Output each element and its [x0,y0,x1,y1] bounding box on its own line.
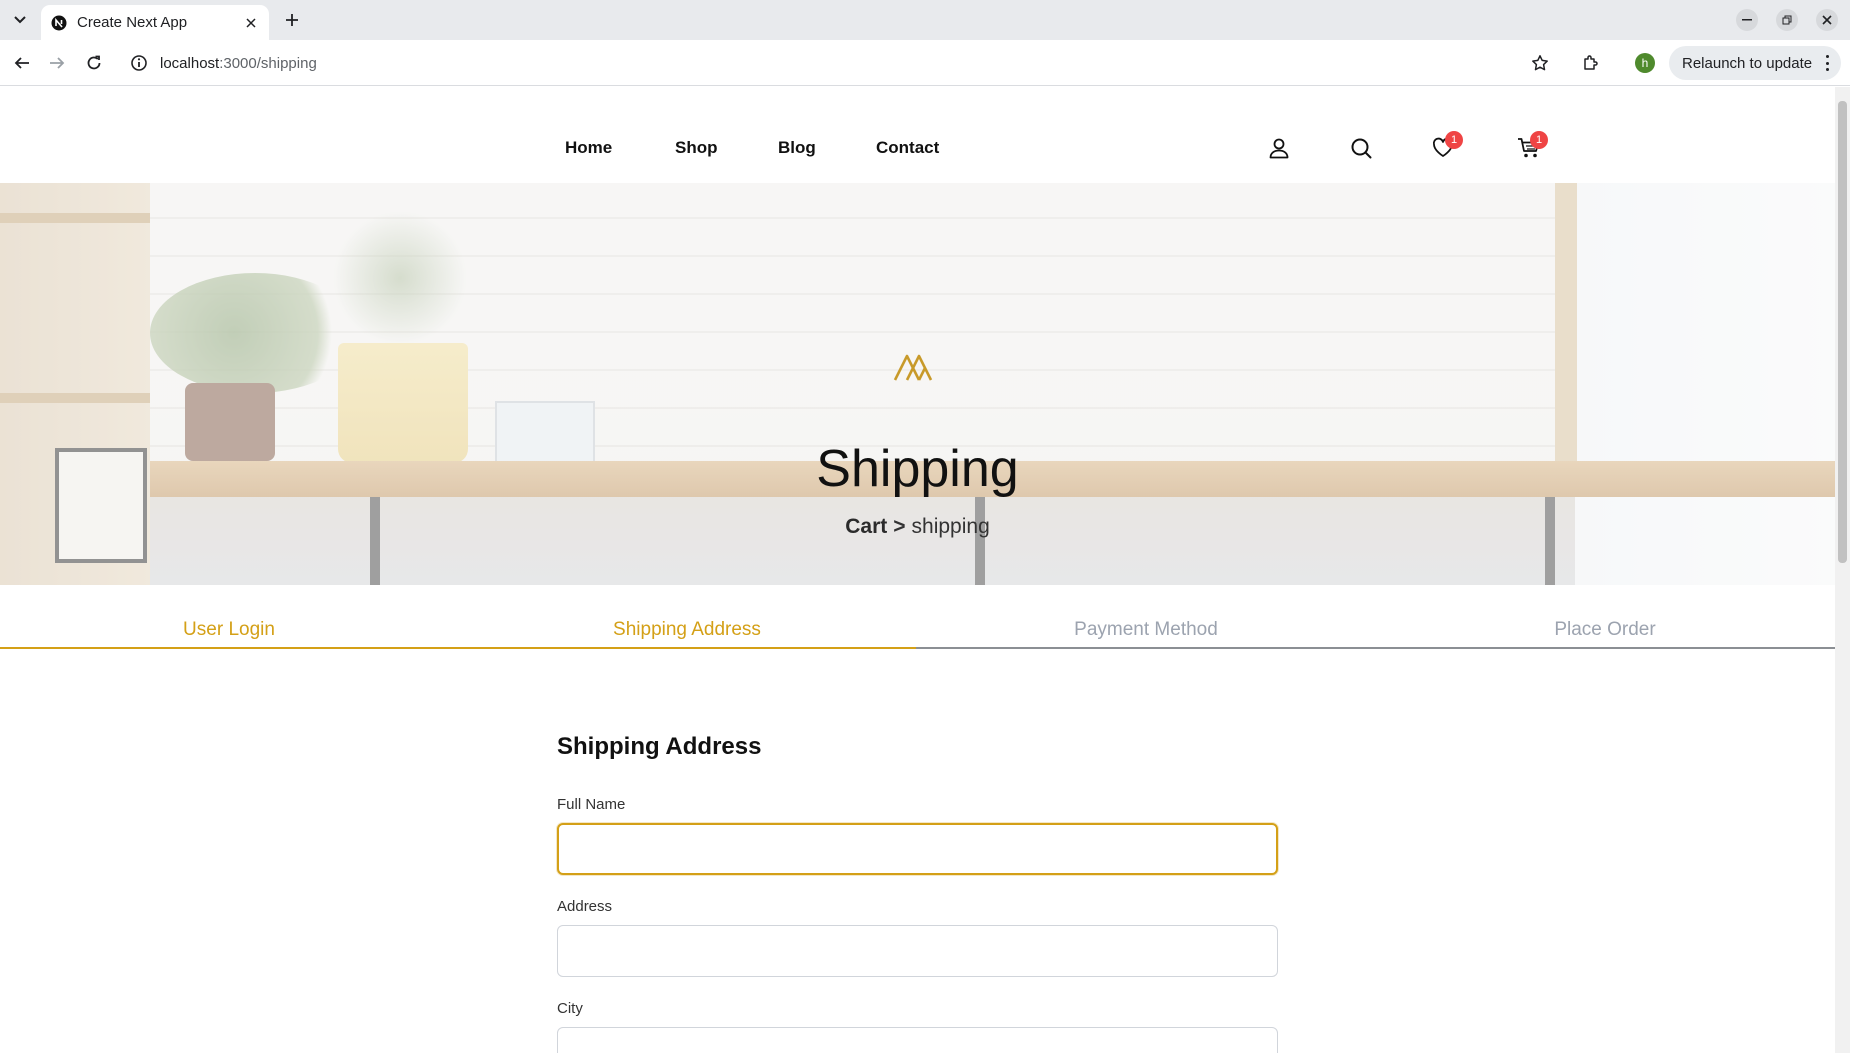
full-name-input[interactable] [557,823,1278,875]
breadcrumb-cart-link[interactable]: Cart [845,515,887,538]
nav-link-blog[interactable]: Blog [778,138,816,158]
relaunch-label: Relaunch to update [1682,54,1813,72]
url-path: :3000/shipping [219,54,317,72]
step-shipping-address[interactable]: Shipping Address [458,619,916,641]
browser-toolbar: localhost:3000/shipping [0,40,1850,86]
breadcrumb: Cart > shipping [0,515,1835,539]
user-icon[interactable] [1266,135,1292,161]
page-viewport: Home Shop Blog Contact 1 1 Shipping Cart… [0,87,1835,1053]
city-input[interactable] [557,1027,1278,1053]
profile-avatar[interactable]: h [1635,53,1655,73]
address-input[interactable] [557,925,1278,977]
url-host: localhost [160,54,220,72]
wishlist-count-badge: 1 [1445,131,1463,149]
brand-logo-icon [893,354,933,381]
relaunch-button[interactable]: Relaunch to update [1669,46,1841,80]
nextjs-favicon-icon [51,15,67,31]
site-info-icon[interactable] [130,54,148,72]
tab-search-chevron-icon[interactable] [8,8,32,32]
search-icon[interactable] [1348,135,1374,161]
bookmark-star-icon[interactable] [1528,51,1552,75]
steps-progress-fill [0,647,916,649]
nav-link-shop[interactable]: Shop [675,138,718,158]
full-name-label: Full Name [557,796,626,813]
nav-link-contact[interactable]: Contact [876,138,939,158]
step-payment-method[interactable]: Payment Method [917,619,1375,641]
close-window-icon[interactable] [1816,9,1838,31]
cart-count-badge: 1 [1530,131,1548,149]
breadcrumb-separator: > [893,515,906,538]
checkout-steps: User Login Shipping Address Payment Meth… [0,609,1835,649]
city-label: City [557,1000,583,1017]
browser-tab[interactable]: Create Next App [41,5,269,40]
back-arrow-icon[interactable] [10,51,34,75]
breadcrumb-current: shipping [911,515,990,538]
more-menu-icon[interactable] [1825,55,1829,71]
restore-icon[interactable] [1776,9,1798,31]
page-scrollbar[interactable] [1835,87,1850,1053]
forward-arrow-icon[interactable] [45,51,69,75]
extensions-puzzle-icon[interactable] [1579,51,1603,75]
step-place-order[interactable]: Place Order [1376,619,1834,641]
form-title: Shipping Address [557,733,762,760]
page-title: Shipping [816,440,1019,498]
url-text: localhost:3000/shipping [160,55,317,72]
step-user-login[interactable]: User Login [0,619,458,641]
address-label: Address [557,898,613,915]
minimize-icon[interactable] [1736,9,1758,31]
site-header: Home Shop Blog Contact 1 1 [0,87,1835,183]
tab-title: Create Next App [77,14,188,31]
nav-link-home[interactable]: Home [565,138,612,158]
tab-close-icon[interactable] [243,15,259,31]
scrollbar-thumb[interactable] [1838,101,1847,563]
browser-tab-bar: Create Next App [0,0,1850,40]
new-tab-plus-icon[interactable] [282,10,302,30]
reload-icon[interactable] [82,51,106,75]
